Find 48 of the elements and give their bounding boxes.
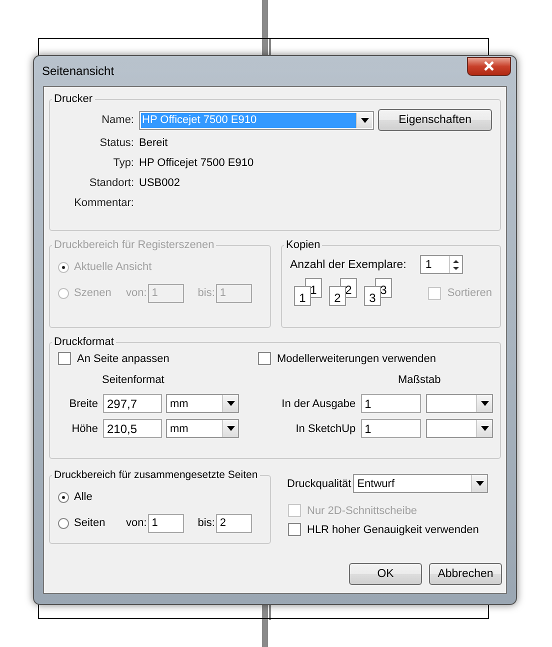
window-title: Seitenansicht	[42, 64, 114, 78]
checkbox-label: Sortieren	[447, 287, 492, 299]
unit-dropdown[interactable]: mm	[166, 419, 239, 438]
group-title: Druckbereich für Registerszenen	[53, 239, 216, 251]
input-field[interactable]: 1	[360, 394, 421, 413]
info-label: Typ:	[112, 157, 135, 171]
section-heading: Seitenformat	[102, 374, 166, 388]
info-value: USB002	[139, 177, 180, 191]
field-label: Höhe	[70, 422, 99, 434]
input-field[interactable]: 297,7	[103, 394, 162, 413]
radio-label: Aktuelle Ansicht	[74, 261, 152, 273]
checkbox-label: HLR hoher Genauigkeit verwenden	[307, 524, 479, 536]
radio-label: Seiten	[74, 517, 106, 529]
group-title: Druckbereich für zusammengesetzte Seiten	[53, 469, 259, 481]
field-label: In der Ausgabe	[280, 398, 357, 410]
dialog-button[interactable]: Abbrechen	[429, 563, 502, 585]
radio-label: Szenen	[74, 287, 112, 299]
field-label: In SketchUp	[294, 422, 357, 434]
checkbox-label: Nur 2D-Schnittscheibe	[307, 504, 418, 516]
group-title: Druckformat	[53, 336, 115, 348]
copies-spinbox[interactable]: 1	[420, 255, 464, 274]
group-title: Drucker	[53, 93, 94, 105]
input-field[interactable]: 210,5	[103, 419, 162, 438]
dialog-button[interactable]: OK	[349, 563, 422, 585]
field-label: Name:	[100, 114, 135, 126]
section-heading: Maßstab	[398, 374, 442, 388]
info-value: Bereit	[139, 137, 168, 151]
checkbox-label: An Seite anpassen	[77, 352, 170, 364]
field-label: Breite	[68, 398, 99, 410]
field-label: Anzahl der Exemplare:	[290, 258, 406, 270]
info-label: Status:	[98, 137, 135, 151]
info-value: HP Officejet 7500 E910	[139, 157, 254, 171]
radio-label: Alle	[74, 491, 94, 503]
checkbox-label: Modellerweiterungen verwenden	[277, 352, 436, 364]
input-field[interactable]: 1	[148, 514, 184, 532]
properties-button[interactable]: Eigenschaften	[378, 109, 492, 131]
quality-dropdown[interactable]: Entwurf	[353, 474, 488, 493]
input-field[interactable]: 1	[360, 419, 421, 438]
field-label: von:	[126, 287, 147, 299]
field-label: bis:	[198, 517, 215, 529]
field-label: bis:	[198, 287, 215, 299]
field-label: von:	[126, 517, 147, 529]
field-label: Druckqualität	[287, 478, 352, 490]
unit-dropdown[interactable]: mm	[166, 394, 239, 413]
input-field[interactable]: 2	[216, 514, 252, 532]
info-label: Standort:	[88, 177, 135, 191]
info-label: Kommentar:	[73, 197, 135, 211]
group-title: Kopien	[285, 239, 322, 251]
